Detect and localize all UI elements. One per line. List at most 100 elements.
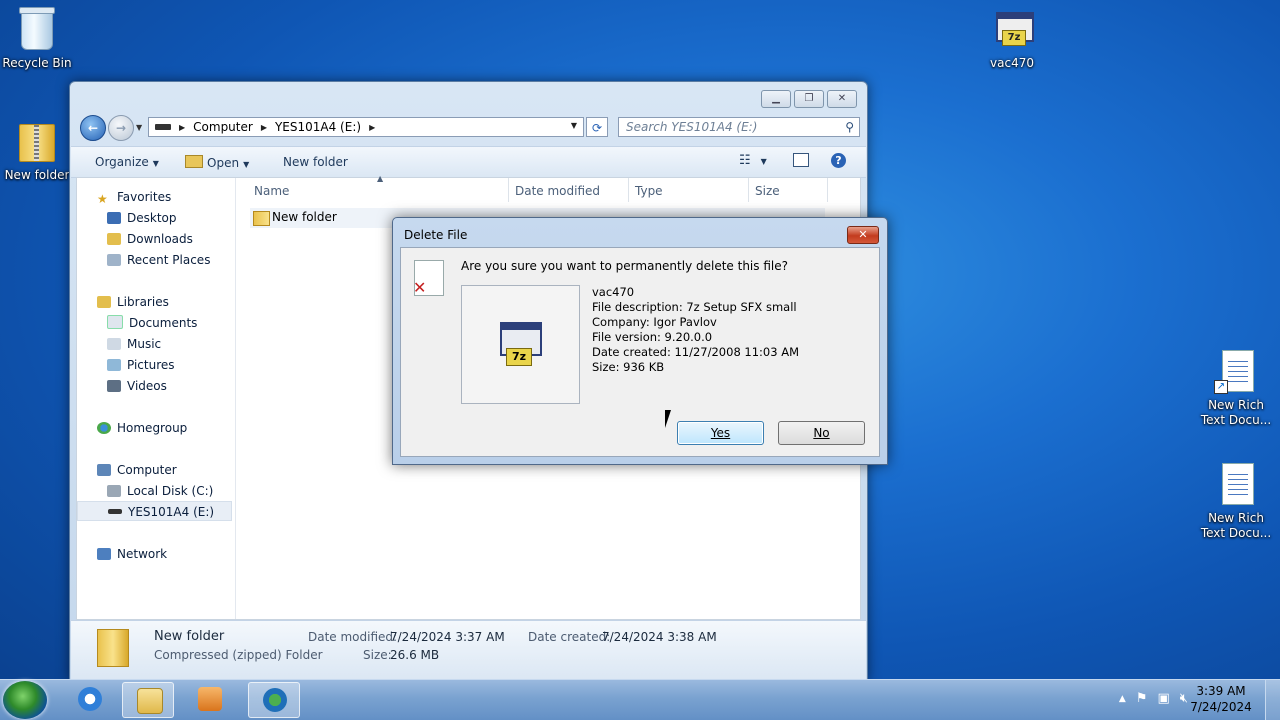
nav-label: Network: [117, 547, 168, 561]
7z-installer-icon: 7z: [988, 6, 1036, 54]
restore-button[interactable]: ❐: [794, 90, 824, 108]
sort-arrow-icon: ▲: [377, 174, 384, 183]
breadcrumb-drive[interactable]: YES101A4 (E:): [275, 120, 361, 134]
address-dropdown-icon[interactable]: ▼: [571, 121, 577, 130]
nav-label: Music: [127, 337, 162, 351]
nav-pictures[interactable]: Pictures: [107, 355, 175, 375]
nav-label: Downloads: [127, 232, 193, 246]
breadcrumb-computer[interactable]: Computer: [193, 120, 253, 134]
column-separator[interactable]: [748, 178, 749, 202]
globe-icon: [263, 688, 287, 712]
command-bar: Organize ▼ Open ▼ New folder ☷ ▼ ?: [71, 146, 866, 178]
7z-tag: 7z: [506, 348, 532, 366]
new-folder-label: New folder: [283, 155, 348, 169]
open-with-icon: [185, 155, 203, 168]
column-header-type[interactable]: Type: [635, 184, 663, 198]
desktop-icon-label: Recycle Bin: [2, 56, 72, 70]
nav-label: Local Disk (C:): [127, 484, 214, 498]
refresh-button[interactable]: ⟳: [586, 117, 608, 137]
column-header-date[interactable]: Date modified: [515, 184, 600, 198]
nav-local-disk[interactable]: Local Disk (C:): [107, 481, 213, 501]
help-icon: ?: [831, 153, 846, 168]
taskbar-windows-explorer[interactable]: [122, 682, 174, 718]
details-type: Compressed (zipped) Folder: [154, 648, 323, 662]
file-company: Company: Igor Pavlov: [592, 315, 717, 329]
network-tray-icon[interactable]: ▣: [1158, 691, 1170, 707]
search-input[interactable]: Search YES101A4 (E:) ⚲: [618, 117, 860, 137]
music-icon: [107, 338, 121, 350]
desktop-icon-label: vac470: [990, 56, 1034, 70]
nav-label: Recent Places: [127, 253, 211, 267]
back-button[interactable]: ←: [80, 115, 106, 141]
desktop-icon-new-folder[interactable]: New folder: [0, 118, 77, 183]
file-preview: 7z: [461, 285, 580, 404]
forward-button[interactable]: →: [108, 115, 134, 141]
column-separator[interactable]: [628, 178, 629, 202]
nav-computer[interactable]: Computer: [97, 460, 177, 480]
show-desktop-button[interactable]: [1265, 680, 1280, 720]
show-hidden-icons-icon[interactable]: ▲: [1119, 691, 1126, 707]
yes-label: Yes: [710, 426, 731, 440]
desktop-icon-rich-text-2[interactable]: New Rich Text Docu...: [1196, 461, 1276, 541]
column-separator[interactable]: [827, 178, 828, 202]
no-button[interactable]: No: [778, 421, 865, 445]
dialog-title: Delete File: [404, 228, 468, 242]
recent-pages-dropdown[interactable]: ▼: [136, 123, 142, 132]
nav-recent-places[interactable]: Recent Places: [107, 250, 210, 270]
details-date-created: 7/24/2024 3:38 AM: [602, 630, 717, 644]
help-button[interactable]: ?: [831, 153, 846, 168]
details-date-modified: 7/24/2024 3:37 AM: [390, 630, 505, 644]
recent-places-icon: [107, 254, 121, 266]
column-header-size[interactable]: Size: [755, 184, 780, 198]
nav-favorites[interactable]: ★ Favorites: [97, 187, 171, 207]
nav-network[interactable]: Network: [97, 544, 167, 564]
nav-homegroup[interactable]: Homegroup: [97, 418, 187, 438]
nav-label: Homegroup: [117, 421, 188, 435]
taskbar-active-app[interactable]: [248, 682, 300, 718]
close-button[interactable]: ✕: [827, 90, 857, 108]
action-center-flag-icon[interactable]: ⚑: [1136, 691, 1148, 707]
breadcrumb-arrow-icon[interactable]: ▶: [261, 123, 267, 132]
window-controls: ▁ ❐ ✕: [761, 90, 857, 108]
yes-button[interactable]: Yes: [677, 421, 764, 445]
taskbar-media-player[interactable]: [184, 682, 236, 718]
view-options-button[interactable]: ☷ ▼: [739, 153, 767, 168]
downloads-icon: [107, 233, 121, 245]
homegroup-icon: [97, 422, 111, 434]
breadcrumb-arrow-icon[interactable]: ▶: [369, 123, 375, 132]
nav-videos[interactable]: Videos: [107, 376, 167, 396]
desktop-icon-label: New Rich Text Docu...: [1200, 511, 1272, 540]
desktop-icon-vac470[interactable]: 7z vac470: [972, 6, 1052, 71]
computer-icon: [97, 464, 111, 476]
preview-pane-button[interactable]: [793, 153, 809, 170]
nav-music[interactable]: Music: [107, 334, 161, 354]
new-folder-button[interactable]: New folder: [283, 155, 348, 169]
column-separator[interactable]: [508, 178, 509, 202]
organize-button[interactable]: Organize ▼: [95, 155, 159, 169]
minimize-button[interactable]: ▁: [761, 90, 791, 108]
taskbar-internet-explorer[interactable]: [64, 682, 116, 718]
recycle-bin-icon: [13, 6, 61, 54]
chevron-down-icon: ▼: [152, 159, 159, 168]
nav-label: Videos: [127, 379, 167, 393]
breadcrumb-arrow-icon[interactable]: ▶: [179, 123, 185, 132]
desktop-icon-recycle-bin[interactable]: Recycle Bin: [0, 6, 77, 71]
address-bar[interactable]: ▶ Computer ▶ YES101A4 (E:) ▶ ▼: [148, 117, 584, 137]
nav-downloads[interactable]: Downloads: [107, 229, 193, 249]
nav-documents[interactable]: Documents: [107, 313, 197, 333]
nav-usb-drive[interactable]: YES101A4 (E:): [77, 501, 232, 521]
nav-label: Pictures: [127, 358, 175, 372]
local-disk-icon: [107, 485, 121, 497]
details-name: New folder: [154, 629, 225, 644]
nav-libraries[interactable]: Libraries: [97, 292, 169, 312]
start-button[interactable]: [3, 681, 47, 719]
nav-desktop[interactable]: Desktop: [107, 208, 177, 228]
dialog-close-button[interactable]: ✕: [847, 226, 879, 244]
open-button[interactable]: Open ▼: [185, 155, 249, 170]
desktop-icon-rich-text-1[interactable]: ↗ New Rich Text Docu...: [1196, 348, 1276, 428]
clock-date: 7/24/2024: [1190, 700, 1252, 714]
documents-icon: [107, 315, 123, 329]
internet-explorer-icon: [78, 687, 102, 711]
column-header-name[interactable]: Name: [254, 184, 289, 198]
clock[interactable]: 3:39 AM 7/24/2024: [1186, 683, 1256, 715]
